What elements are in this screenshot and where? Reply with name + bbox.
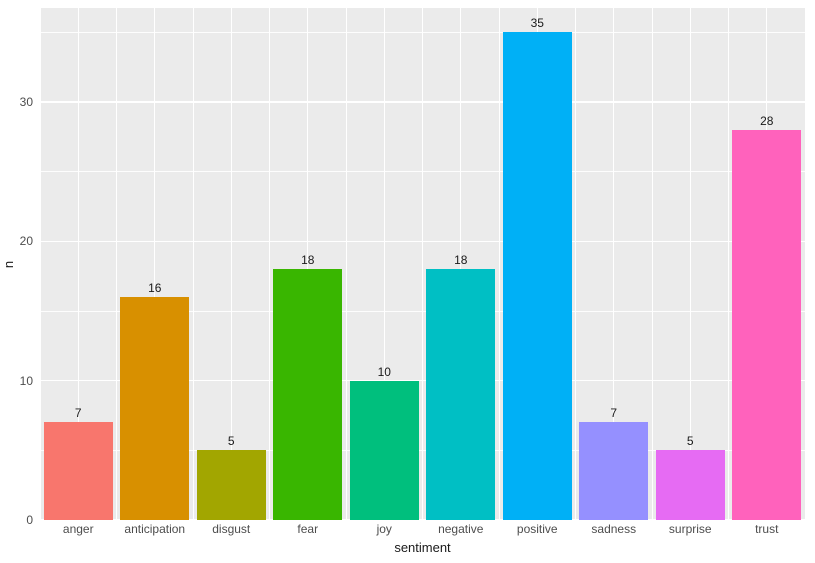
x-tick-label: anticipation <box>124 522 185 536</box>
x-axis-title: sentiment <box>40 540 805 555</box>
bar-value-label: 7 <box>58 406 98 420</box>
bar-surprise <box>656 450 725 520</box>
x-tick-label: disgust <box>212 522 250 536</box>
x-axis-title-text: sentiment <box>394 540 450 555</box>
x-tick-label: anger <box>63 522 94 536</box>
x-tick-label: positive <box>517 522 558 536</box>
bar-sadness <box>579 422 648 520</box>
bar-value-label: 18 <box>288 253 328 267</box>
y-tick-label: 20 <box>0 234 38 248</box>
bar-value-label: 7 <box>594 406 634 420</box>
bar-anger <box>44 422 113 520</box>
bar-value-label: 18 <box>441 253 481 267</box>
bar-fear <box>273 269 342 520</box>
bar-value-label: 5 <box>670 434 710 448</box>
bar-value-label: 16 <box>135 281 175 295</box>
bar-anticipation <box>120 297 189 520</box>
y-tick-label: 0 <box>0 513 38 527</box>
bar-value-label: 28 <box>747 114 787 128</box>
plot-area: 7 16 5 18 10 18 35 7 5 28 <box>40 8 805 520</box>
y-tick-label: 10 <box>0 374 38 388</box>
bar-positive <box>503 32 572 520</box>
bar-disgust <box>197 450 266 520</box>
y-tick-label: 30 <box>0 95 38 109</box>
x-tick-label: trust <box>755 522 778 536</box>
bar-negative <box>426 269 495 520</box>
bar-value-label: 10 <box>364 365 404 379</box>
y-axis-ticks: 0102030 <box>0 8 38 520</box>
x-tick-label: surprise <box>669 522 712 536</box>
x-tick-label: joy <box>377 522 392 536</box>
bar-value-label: 5 <box>211 434 251 448</box>
bar-trust <box>732 130 801 520</box>
x-tick-label: sadness <box>591 522 636 536</box>
bar-joy <box>350 381 419 520</box>
bar-value-label: 35 <box>517 16 557 30</box>
bar-chart: n 0102030 7165181018357528 sentiment ang… <box>0 0 815 563</box>
x-tick-label: negative <box>438 522 483 536</box>
x-tick-label: fear <box>297 522 318 536</box>
bars-layer: 7 16 5 18 10 18 35 7 5 28 <box>40 8 805 520</box>
